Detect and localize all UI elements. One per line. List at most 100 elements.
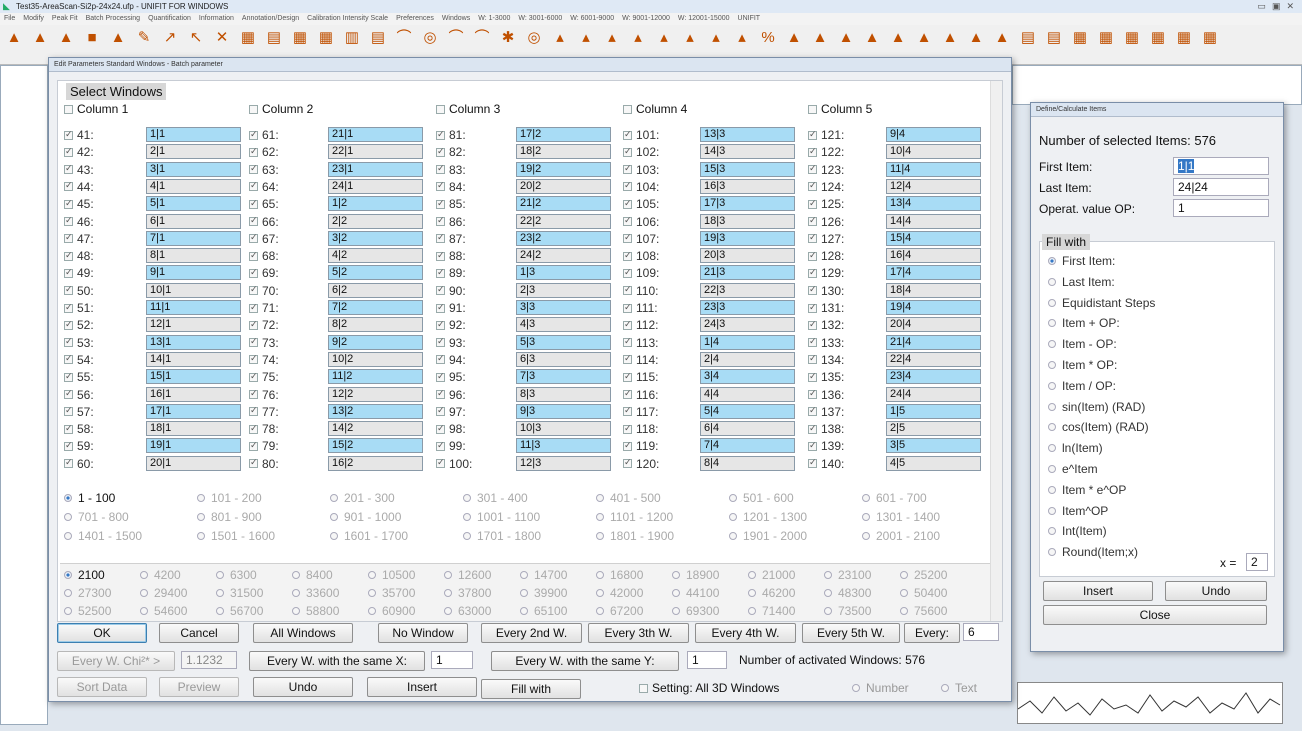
window-checkbox[interactable]: 118: — [623, 422, 676, 436]
window-item-cell[interactable]: 23|3 — [700, 300, 795, 315]
window-item-cell[interactable]: 5|1 — [146, 196, 241, 212]
window-checkbox[interactable]: 44: — [64, 180, 117, 194]
window-item-cell[interactable]: 17|4 — [886, 265, 981, 281]
maximize-icon[interactable]: ▣ — [1272, 0, 1281, 13]
window-checkbox[interactable]: 53: — [64, 336, 117, 350]
every-3th-button[interactable]: Every 3th W. — [588, 623, 689, 643]
window-item-cell[interactable]: 3|1 — [146, 161, 241, 177]
window-checkbox[interactable]: 105: — [623, 197, 676, 211]
window-item-cell[interactable]: 19|1 — [146, 438, 241, 454]
page-radio[interactable]: 50400 — [900, 586, 947, 600]
window-checkbox[interactable]: 58: — [64, 422, 117, 436]
page-radio[interactable]: 10500 — [368, 568, 415, 582]
window-checkbox[interactable]: 46: — [64, 215, 117, 229]
window-item-cell[interactable]: 21|2 — [516, 196, 611, 212]
window-checkbox[interactable]: 95: — [436, 370, 489, 384]
window-item-cell[interactable]: 13|2 — [328, 403, 423, 419]
window-checkbox[interactable]: 77: — [249, 405, 302, 419]
column-4-checkbox[interactable]: Column 4 — [623, 102, 687, 116]
page-radio[interactable]: 25200 — [900, 568, 947, 582]
window-item-cell[interactable]: 3|3 — [516, 300, 611, 315]
round-x-input[interactable]: 2 — [1246, 553, 1268, 571]
menu-item[interactable]: Peak Fit — [52, 15, 78, 22]
window-item-cell[interactable]: 3|2 — [328, 230, 423, 246]
insert-button[interactable]: Insert — [367, 677, 477, 697]
window-item-cell[interactable]: 2|5 — [886, 421, 981, 437]
toolbar-button-icon[interactable]: ■ — [82, 28, 102, 48]
window-checkbox[interactable]: 73: — [249, 336, 302, 350]
fill-option-radio[interactable]: Last Item: — [1048, 275, 1115, 289]
window-checkbox[interactable]: 133: — [808, 336, 861, 350]
range-radio[interactable]: 1601 - 1700 — [330, 529, 408, 543]
window-item-cell[interactable]: 18|1 — [146, 421, 241, 437]
window-item-cell[interactable]: 14|3 — [700, 144, 795, 160]
window-item-cell[interactable]: 18|4 — [886, 282, 981, 298]
window-checkbox[interactable]: 81: — [436, 128, 489, 142]
toolbar-button-icon[interactable]: ▦ — [1174, 28, 1194, 48]
page-radio[interactable]: 73500 — [824, 604, 871, 618]
window-item-cell[interactable]: 20|2 — [516, 178, 611, 194]
toolbar-button-icon[interactable]: ✕ — [212, 28, 232, 48]
window-checkbox[interactable]: 130: — [808, 284, 861, 298]
window-item-cell[interactable]: 1|3 — [516, 265, 611, 281]
page-radio[interactable]: 16800 — [596, 568, 643, 582]
window-item-cell[interactable]: 4|4 — [700, 386, 795, 402]
window-checkbox[interactable]: 49: — [64, 266, 117, 280]
range-radio[interactable]: 1501 - 1600 — [197, 529, 275, 543]
page-radio[interactable]: 18900 — [672, 568, 719, 582]
window-checkbox[interactable]: 125: — [808, 197, 861, 211]
window-checkbox[interactable]: 42: — [64, 145, 117, 159]
window-checkbox[interactable]: 48: — [64, 249, 117, 263]
page-radio[interactable]: 35700 — [368, 586, 415, 600]
window-checkbox[interactable]: 43: — [64, 163, 117, 177]
window-checkbox[interactable]: 112: — [623, 318, 676, 332]
window-checkbox[interactable]: 47: — [64, 232, 117, 246]
window-item-cell[interactable]: 8|3 — [516, 386, 611, 402]
range-radio[interactable]: 101 - 200 — [197, 491, 262, 505]
window-item-cell[interactable]: 19|3 — [700, 230, 795, 246]
toolbar-button-icon[interactable]: ↖ — [186, 28, 206, 48]
window-checkbox[interactable]: 57: — [64, 405, 117, 419]
toolbar-button-icon[interactable]: ▴ — [602, 28, 622, 48]
window-checkbox[interactable]: 79: — [249, 439, 302, 453]
menu-item[interactable]: Batch Processing — [86, 15, 140, 22]
toolbar-button-icon[interactable]: ▤ — [368, 28, 388, 48]
same-y-button[interactable]: Every W. with the same Y: — [491, 651, 679, 671]
every-4th-button[interactable]: Every 4th W. — [695, 623, 796, 643]
range-radio[interactable]: 801 - 900 — [197, 510, 262, 524]
window-item-cell[interactable]: 2|2 — [328, 213, 423, 229]
page-radio[interactable]: 29400 — [140, 586, 187, 600]
window-checkbox[interactable]: 107: — [623, 232, 676, 246]
toolbar-button-icon[interactable]: ▴ — [680, 28, 700, 48]
window-checkbox[interactable]: 76: — [249, 388, 302, 402]
toolbar-button-icon[interactable]: ▦ — [1070, 28, 1090, 48]
window-checkbox[interactable]: 86: — [436, 215, 489, 229]
fill-with-button[interactable]: Fill with — [481, 679, 581, 699]
window-item-cell[interactable]: 17|3 — [700, 196, 795, 212]
menu-item[interactable]: Annotation/Design — [242, 15, 299, 22]
window-item-cell[interactable]: 23|1 — [328, 161, 423, 177]
define-insert-button[interactable]: Insert — [1043, 581, 1153, 601]
window-checkbox[interactable]: 61: — [249, 128, 302, 142]
page-radio[interactable]: 23100 — [824, 568, 871, 582]
window-checkbox[interactable]: 101: — [623, 128, 676, 142]
toolbar-button-icon[interactable]: ▲ — [888, 28, 908, 48]
toolbar-button-icon[interactable]: ▴ — [706, 28, 726, 48]
sort-data-button[interactable]: Sort Data — [57, 677, 147, 697]
window-checkbox[interactable]: 90: — [436, 284, 489, 298]
same-x-button[interactable]: Every W. with the same X: — [249, 651, 425, 671]
window-checkbox[interactable]: 131: — [808, 301, 861, 315]
window-checkbox[interactable]: 97: — [436, 405, 489, 419]
toolbar-button-icon[interactable]: ▲ — [4, 28, 24, 48]
window-item-cell[interactable]: 1|1 — [146, 127, 241, 142]
fill-option-radio[interactable]: cos(Item) (RAD) — [1048, 420, 1149, 434]
window-item-cell[interactable]: 2|4 — [700, 351, 795, 367]
window-item-cell[interactable]: 4|3 — [516, 317, 611, 333]
page-radio[interactable]: 33600 — [292, 586, 339, 600]
window-item-cell[interactable]: 22|1 — [328, 144, 423, 160]
toolbar-button-icon[interactable]: ▦ — [1096, 28, 1116, 48]
window-item-cell[interactable]: 13|4 — [886, 196, 981, 212]
window-checkbox[interactable]: 113: — [623, 336, 676, 350]
window-checkbox[interactable]: 78: — [249, 422, 302, 436]
window-checkbox[interactable]: 92: — [436, 318, 489, 332]
